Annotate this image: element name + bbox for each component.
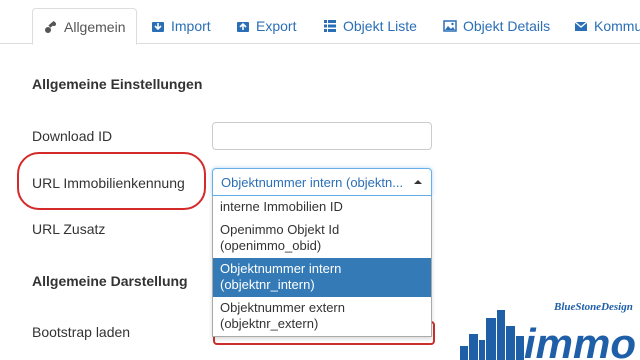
- download-id-label: Download ID: [32, 128, 113, 144]
- tab-import[interactable]: Import: [140, 8, 222, 44]
- url-identifier-dropdown: interne Immobilien ID Openimmo Objekt Id…: [212, 196, 432, 337]
- tab-objekt-liste[interactable]: Objekt Liste: [312, 8, 428, 44]
- section-title-settings: Allgemeine Einstellungen: [32, 76, 203, 92]
- tab-allgemein[interactable]: Allgemein: [32, 8, 138, 45]
- wrench-icon: [45, 20, 56, 33]
- select-value: Objektnummer intern (objektn...: [221, 174, 404, 190]
- tab-label: Objekt Details: [463, 18, 551, 34]
- dropdown-option[interactable]: Openimmo Objekt Id (openimmo_obid): [213, 219, 431, 258]
- dropdown-option-selected[interactable]: Objektnummer intern (objektnr_intern): [213, 258, 431, 297]
- tab-bar: Allgemein Import Export Objekt Liste Obj…: [0, 0, 640, 45]
- picture-icon: [443, 20, 457, 32]
- list-icon: [324, 20, 336, 32]
- tab-kommunikation[interactable]: Kommu: [563, 8, 640, 44]
- download-id-input[interactable]: [212, 122, 432, 150]
- bootstrap-label: Bootstrap laden: [32, 324, 131, 340]
- section-title-display: Allgemeine Darstellung: [32, 273, 188, 289]
- tab-label: Export: [256, 18, 297, 34]
- tab-label: Allgemein: [64, 18, 126, 35]
- url-identifier-label: URL Immobilienkennung: [32, 175, 185, 191]
- tab-objekt-details[interactable]: Objekt Details: [432, 8, 561, 44]
- bluestone-immo-logo: BlueStoneDesign immo: [460, 301, 636, 360]
- tab-export[interactable]: Export: [225, 8, 307, 44]
- dropdown-option[interactable]: interne Immobilien ID: [213, 196, 431, 219]
- envelope-icon: [574, 21, 588, 31]
- caret-up-icon: [405, 169, 431, 195]
- dropdown-option[interactable]: Objektnummer extern (objektnr_extern): [213, 297, 431, 336]
- logo-big-text: immo: [524, 320, 636, 360]
- url-identifier-select[interactable]: Objektnummer intern (objektn...: [212, 168, 432, 196]
- tab-label: Kommu: [594, 18, 640, 34]
- logo-small-text: BlueStoneDesign: [553, 301, 633, 313]
- tab-label: Objekt Liste: [343, 18, 417, 34]
- tab-label: Import: [171, 18, 211, 34]
- export-icon: [237, 22, 249, 32]
- url-suffix-label: URL Zusatz: [32, 221, 106, 237]
- import-icon: [152, 22, 164, 32]
